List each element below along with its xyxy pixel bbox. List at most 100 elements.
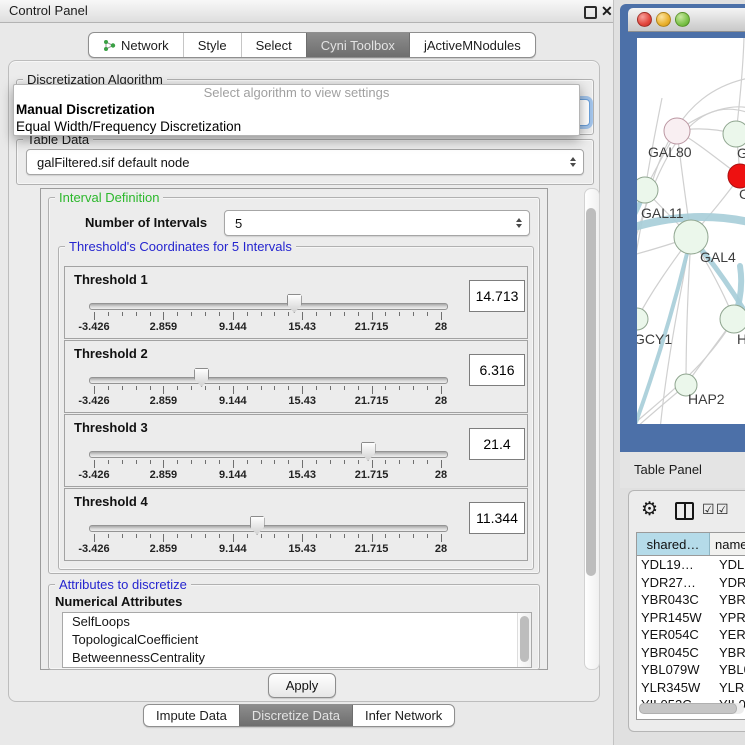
cell-name[interactable]: YBR0 (713, 644, 745, 662)
tick-label: 9.144 (219, 321, 247, 333)
threshold-1-slider-thumb[interactable] (287, 294, 302, 313)
threshold-3-slider-track[interactable] (89, 451, 448, 458)
settings-scrollbar[interactable] (584, 188, 600, 670)
network-node-g[interactable] (723, 121, 745, 147)
dropdown-item-equal-width-frequency-discretization[interactable]: Equal Width/Frequency Discretization (14, 118, 579, 135)
table-row[interactable]: YER054CYER0 (637, 626, 745, 644)
threshold-2-slider-track[interactable] (89, 377, 448, 384)
threshold-4-slider-thumb[interactable] (250, 516, 265, 535)
tab-cyni-toolbox[interactable]: Cyni Toolbox (306, 33, 409, 57)
close-icon[interactable]: ✕ (601, 2, 613, 20)
table-row[interactable]: YLR345WYLR3 (637, 679, 745, 697)
cell-name[interactable]: YDR2 (713, 574, 745, 592)
tab-infer-network[interactable]: Infer Network (352, 705, 454, 726)
tick-mark (150, 460, 151, 464)
number-of-intervals-combobox[interactable]: 5 (224, 210, 530, 236)
cell-shared-name[interactable]: YBR043C (637, 591, 713, 609)
cell-shared-name[interactable]: YDL19… (637, 556, 713, 574)
threshold-3-slider-thumb[interactable] (361, 442, 376, 461)
tick-label: 15.43 (288, 395, 316, 407)
table-row[interactable]: YPR145WYPR1 (637, 609, 745, 627)
minimize-traffic-light-icon[interactable] (656, 12, 671, 27)
network-node-c[interactable] (728, 164, 745, 188)
dropdown-item-manual-discretization[interactable]: Manual Discretization (14, 101, 579, 118)
zoom-traffic-light-icon[interactable] (675, 12, 690, 27)
close-traffic-light-icon[interactable] (637, 12, 652, 27)
cell-name[interactable]: YBL0 (713, 661, 745, 679)
tick-label: 21.715 (355, 469, 389, 481)
network-canvas[interactable]: GAL80GCGAL11GAL4GCY1HHAP2 (637, 38, 745, 424)
cell-shared-name[interactable]: YBR045C (637, 644, 713, 662)
tick-mark (247, 312, 248, 316)
network-node-h[interactable] (720, 305, 745, 333)
threshold-2-slider-thumb[interactable] (194, 368, 209, 387)
attribute-item-selfloops[interactable]: SelfLoops (63, 613, 531, 631)
network-node-gal80[interactable] (664, 118, 690, 144)
cell-shared-name[interactable]: YLR345W (637, 679, 713, 697)
table-data-combobox[interactable]: galFiltered.sif default node (26, 149, 584, 175)
tick-mark (441, 386, 442, 394)
table-row[interactable]: YDR27…YDR2 (637, 574, 745, 592)
tick-mark (372, 460, 373, 468)
tab-jactivemnodules[interactable]: jActiveMNodules (409, 33, 535, 57)
tab-discretize-data[interactable]: Discretize Data (239, 705, 352, 726)
checkbox-icon[interactable]: ☑ (702, 499, 715, 519)
cell-name[interactable]: YLR3 (713, 679, 745, 697)
tick-mark (344, 534, 345, 538)
cell-shared-name[interactable]: YPR145W (637, 609, 713, 627)
tick-mark (205, 534, 206, 538)
attribute-item-betweennesscentrality[interactable]: BetweennessCentrality (63, 649, 531, 667)
table-row[interactable]: YBL079WYBL0 (637, 661, 745, 679)
network-node-gcy1[interactable] (637, 308, 648, 330)
cell-name[interactable]: YDL1 (713, 556, 745, 574)
network-node-label-gcy1: GCY1 (637, 331, 672, 347)
cell-name[interactable]: YBR0 (713, 591, 745, 609)
tick-mark (247, 386, 248, 390)
tick-label: 2.859 (150, 543, 178, 555)
columns-icon[interactable] (675, 502, 694, 520)
threshold-3-value-field[interactable]: 21.4 (469, 428, 525, 460)
threshold-4-value-field[interactable]: 11.344 (469, 502, 525, 534)
table-row[interactable]: YDL19…YDL1 (637, 556, 745, 574)
cell-name[interactable]: YPR1 (713, 609, 745, 627)
threshold-4-slider-track[interactable] (89, 525, 448, 532)
table-row[interactable]: YBR043CYBR0 (637, 591, 745, 609)
table-horizontal-scrollbar[interactable] (639, 703, 744, 714)
tick-mark (150, 534, 151, 538)
control-panel-titlebar: Control Panel ✕ (0, 0, 613, 23)
tab-network[interactable]: Network (89, 33, 183, 57)
gear-icon[interactable]: ⚙ (641, 499, 658, 521)
network-node-gal11[interactable] (637, 177, 658, 203)
dropdown-prompt-item[interactable]: Select algorithm to view settings (14, 85, 579, 101)
scrollbar-thumb[interactable] (639, 703, 737, 714)
cell-shared-name[interactable]: YDR27… (637, 574, 713, 592)
cell-shared-name[interactable]: YER054C (637, 626, 713, 644)
apply-button[interactable]: Apply (268, 673, 336, 698)
network-window-titlebar (628, 8, 745, 32)
threshold-1-value-field[interactable]: 14.713 (469, 280, 525, 312)
table-row[interactable]: YBR045CYBR0 (637, 644, 745, 662)
tick-mark (233, 312, 234, 320)
scrollbar-thumb[interactable] (520, 616, 529, 662)
column-header-name[interactable]: name (710, 533, 745, 555)
network-node-label-h: H (737, 331, 745, 347)
tab-impute-data[interactable]: Impute Data (144, 705, 239, 726)
threshold-2-value-field[interactable]: 6.316 (469, 354, 525, 386)
tick-mark (302, 534, 303, 542)
attribute-item-topologicalcoefficient[interactable]: TopologicalCoefficient (63, 631, 531, 649)
checkbox-icon[interactable]: ☑ (716, 499, 729, 519)
slider-ticks (89, 460, 446, 469)
algorithm-dropdown-popup: Select algorithm to view settings Manual… (13, 84, 580, 136)
tab-select[interactable]: Select (241, 33, 306, 57)
cell-name[interactable]: YER0 (713, 626, 745, 644)
attributes-list-scrollbar[interactable] (517, 613, 531, 667)
float-window-icon[interactable] (584, 6, 597, 19)
tab-style[interactable]: Style (183, 33, 241, 57)
tick-label: 21.715 (355, 543, 389, 555)
threshold-1-slider-track[interactable] (89, 303, 448, 310)
column-header-shared-name[interactable]: shared… (637, 533, 710, 555)
tick-mark (94, 386, 95, 394)
scrollbar-thumb[interactable] (586, 208, 596, 576)
cell-shared-name[interactable]: YBL079W (637, 661, 713, 679)
tick-mark (191, 386, 192, 390)
